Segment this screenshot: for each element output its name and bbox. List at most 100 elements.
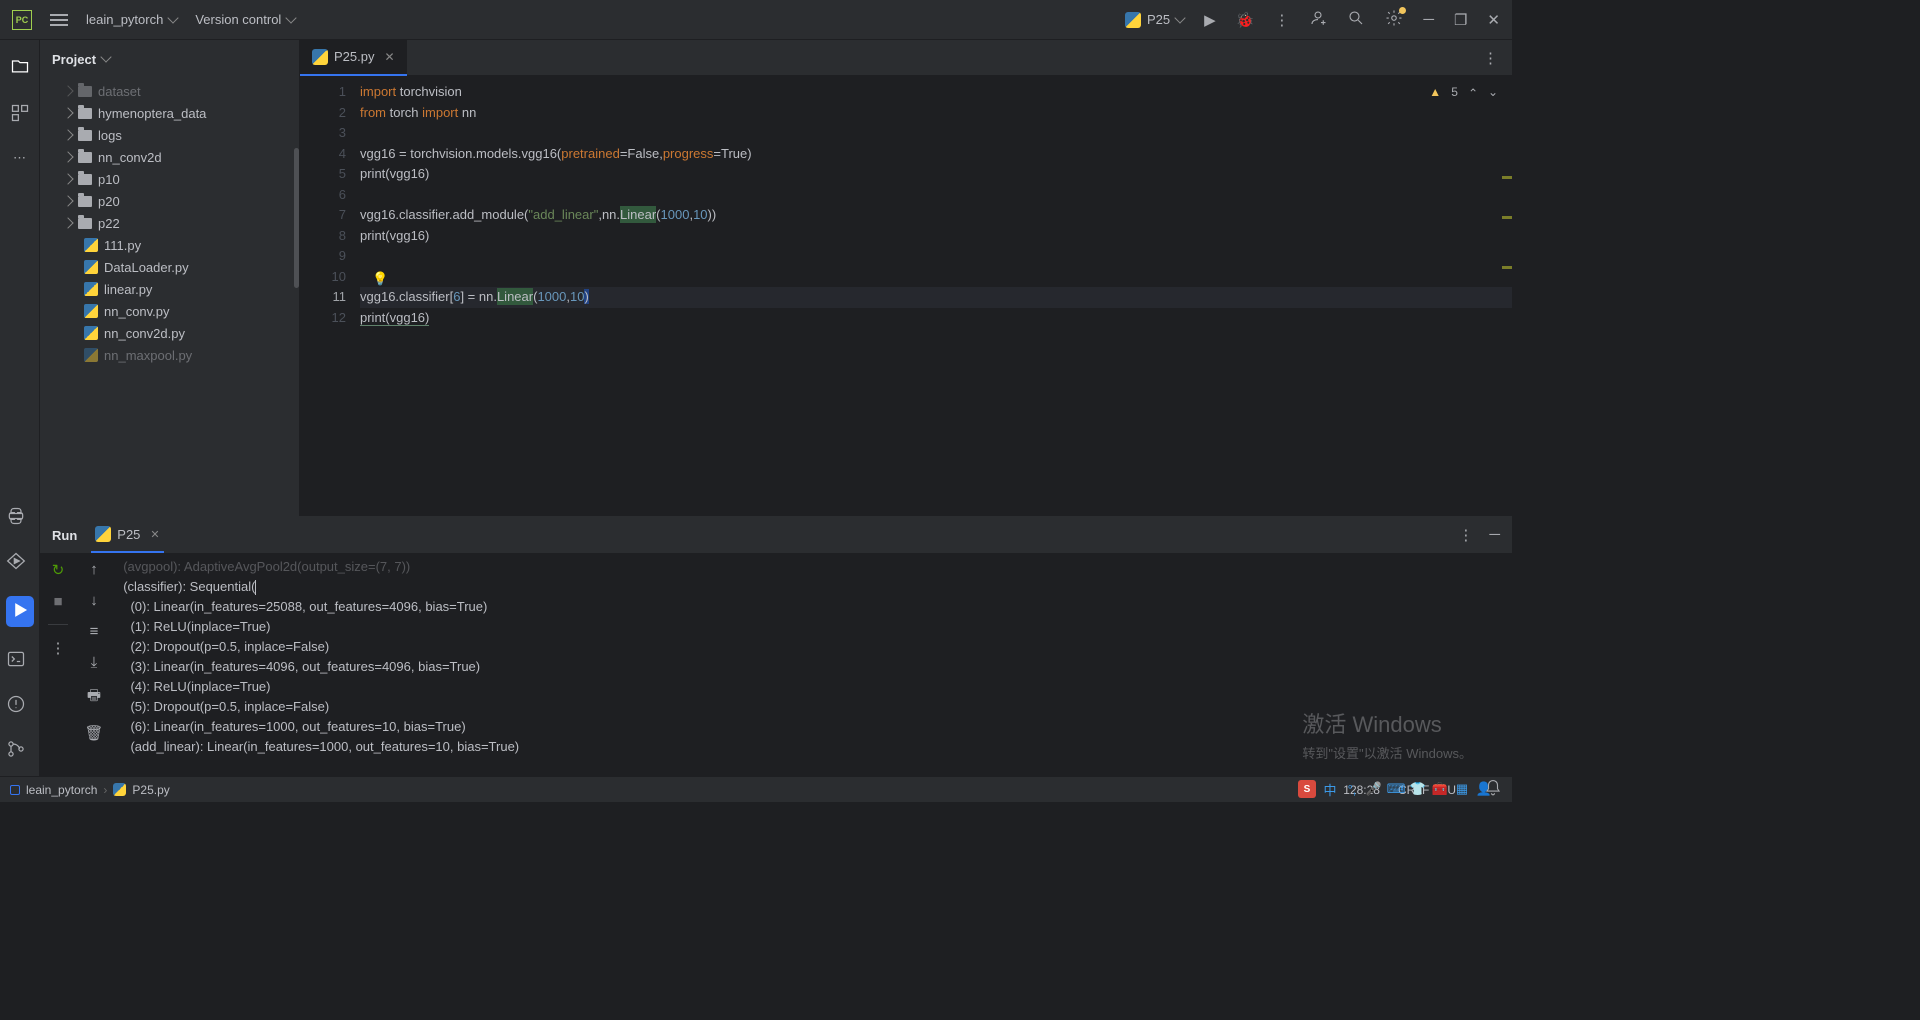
titlebar: PC leain_pytorch Version control P25 ▶ 🐞…: [0, 0, 1512, 40]
python-console-icon[interactable]: [6, 506, 34, 529]
run-output[interactable]: (avgpool): AdaptiveAvgPool2d(output_size…: [112, 553, 1512, 776]
project-tree[interactable]: datasethymenoptera_datalogsnn_conv2d p10 p…: [40, 78, 299, 516]
ime-skin-icon[interactable]: 👕: [1410, 781, 1426, 797]
tree-item-label: p10: [98, 172, 120, 187]
tree-file[interactable]: nn_maxpool.py: [40, 344, 299, 366]
ime-punct-icon[interactable]: °,: [1344, 781, 1360, 797]
chevron-down-icon: [100, 51, 111, 62]
main-menu-icon[interactable]: [50, 14, 68, 26]
vcs-tool-icon[interactable]: [6, 739, 34, 762]
problems-tool-icon[interactable]: [6, 694, 34, 717]
editor-tabs-more-icon[interactable]: ⋮: [1469, 49, 1512, 67]
tree-file[interactable]: nn_conv2d.py: [40, 322, 299, 344]
restore-window-icon[interactable]: ❐: [1454, 11, 1467, 29]
run-panel-more-icon[interactable]: ⋮: [1458, 526, 1473, 544]
soft-wrap-icon[interactable]: ≡: [90, 623, 99, 640]
chevron-right-icon: [62, 129, 73, 140]
project-header-label: Project: [52, 52, 96, 67]
scrollbar-thumb[interactable]: [294, 148, 299, 288]
inspection-widget[interactable]: ▲ 5 ⌄ ⌄: [1429, 82, 1498, 103]
chevron-down-icon: [286, 12, 297, 23]
chevron-right-icon: [62, 85, 73, 96]
stop-icon[interactable]: ■: [53, 593, 62, 610]
chevron-right-icon: [62, 173, 73, 184]
services-tool-icon[interactable]: [6, 551, 34, 574]
run-tool-icon[interactable]: [6, 596, 34, 627]
structure-tool-icon[interactable]: [10, 103, 30, 126]
editor-body[interactable]: 123456789101112 💡 import torchvisionfrom…: [300, 76, 1512, 516]
tree-folder[interactable]: dataset: [40, 80, 299, 102]
close-run-tab-icon[interactable]: ✕: [150, 528, 159, 541]
crumb-file: P25.py: [132, 783, 169, 797]
more-tools-icon[interactable]: ⋯: [13, 150, 26, 166]
code-area[interactable]: 💡 import torchvisionfrom torch import nn…: [360, 76, 1512, 516]
run-toolbar-more-icon[interactable]: ⋮: [51, 639, 66, 657]
tree-folder[interactable]: p10: [40, 168, 299, 190]
print-icon[interactable]: 🖶: [87, 685, 101, 710]
editor-tab-p25[interactable]: P25.py ✕: [300, 40, 407, 76]
chevron-down-icon[interactable]: ⌄: [1488, 82, 1498, 103]
more-actions-icon[interactable]: ⋮: [1274, 11, 1289, 29]
intention-bulb-icon[interactable]: 💡: [372, 269, 388, 290]
folder-icon: [78, 196, 92, 207]
ime-user-icon[interactable]: 👤: [1476, 781, 1492, 797]
tree-item-label: p22: [98, 216, 120, 231]
scroll-to-end-icon[interactable]: ⤓: [91, 654, 98, 671]
run-button[interactable]: ▶: [1204, 11, 1216, 29]
clear-icon[interactable]: 🗑: [84, 724, 103, 742]
tree-file[interactable]: nn_conv.py: [40, 300, 299, 322]
tree-folder[interactable]: p22: [40, 212, 299, 234]
tree-item-label: DataLoader.py: [104, 260, 189, 275]
sogou-ime-icon[interactable]: S: [1298, 780, 1316, 798]
tree-file[interactable]: linear.py: [40, 278, 299, 300]
ime-mic-icon[interactable]: 🎤: [1366, 781, 1382, 797]
ime-lang-icon[interactable]: 中: [1322, 781, 1338, 797]
project-tool-icon[interactable]: [10, 56, 30, 79]
vcs-selector[interactable]: Version control: [195, 12, 295, 27]
warning-icon: ▲: [1429, 82, 1441, 103]
ime-tool-icon[interactable]: 🧰: [1432, 781, 1448, 797]
search-icon[interactable]: [1347, 9, 1365, 31]
tree-folder[interactable]: hymenoptera_data: [40, 102, 299, 124]
vcs-label: Version control: [195, 12, 281, 27]
folder-icon: [78, 108, 92, 119]
project-panel-header[interactable]: Project: [40, 40, 299, 78]
python-file-icon: [84, 348, 98, 362]
breadcrumb[interactable]: leain_pytorch › P25.py: [10, 783, 170, 797]
rerun-icon[interactable]: ↻: [52, 561, 65, 579]
scroll-up-icon[interactable]: ↑: [90, 561, 98, 578]
tree-file[interactable]: 111.py: [40, 234, 299, 256]
python-icon: [95, 526, 111, 542]
hide-panel-icon[interactable]: ─: [1489, 526, 1500, 544]
ime-menu-icon[interactable]: ▦: [1454, 781, 1470, 797]
close-tab-icon[interactable]: ✕: [384, 50, 394, 64]
python-file-icon: [84, 304, 98, 318]
run-config-selector[interactable]: P25: [1125, 12, 1184, 28]
tree-file[interactable]: DataLoader.py: [40, 256, 299, 278]
tool-rail-left: ⋯: [0, 40, 40, 776]
chevron-up-icon[interactable]: ⌄: [1468, 82, 1478, 103]
scroll-down-icon[interactable]: ↓: [90, 592, 98, 609]
terminal-tool-icon[interactable]: [6, 649, 34, 672]
project-selector[interactable]: leain_pytorch: [86, 12, 177, 27]
tree-folder[interactable]: p20: [40, 190, 299, 212]
folder-icon: [78, 152, 92, 163]
minimize-window-icon[interactable]: ─: [1423, 11, 1434, 28]
run-tab-label: P25: [117, 527, 140, 542]
debug-button[interactable]: 🐞: [1236, 11, 1255, 29]
editor: P25.py ✕ ⋮ 123456789101112 💡 import torc…: [300, 40, 1512, 516]
run-panel: Run P25 ✕ ⋮ ─ ↻ ■ ⋮ ↑: [40, 516, 1512, 776]
close-window-icon[interactable]: ✕: [1487, 11, 1500, 29]
code-with-me-icon[interactable]: [1309, 9, 1327, 31]
run-tab-p25[interactable]: P25 ✕: [91, 517, 163, 553]
tree-folder[interactable]: logs: [40, 124, 299, 146]
python-file-icon: [84, 326, 98, 340]
tree-item-label: 111.py: [104, 238, 141, 253]
chevron-right-icon: ›: [103, 783, 107, 797]
editor-gutter: 123456789101112: [300, 76, 360, 516]
settings-icon[interactable]: [1385, 9, 1403, 31]
ime-keyboard-icon[interactable]: ⌨: [1388, 781, 1404, 797]
statusbar: leain_pytorch › P25.py 128:28 CRLF U: [0, 776, 1512, 802]
python-icon: [113, 783, 126, 796]
tree-folder[interactable]: nn_conv2d: [40, 146, 299, 168]
